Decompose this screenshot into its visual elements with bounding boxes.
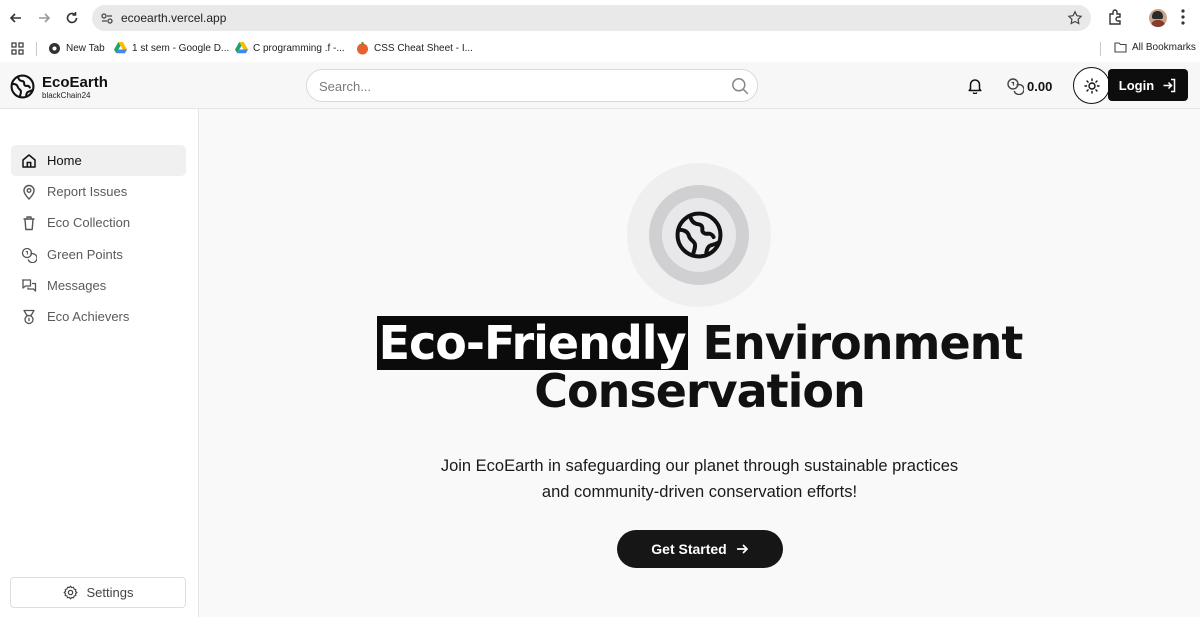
bookmark-google-drive-2[interactable]: C programming .f -... [235, 42, 345, 54]
brand-subtitle: blackChain24 [42, 91, 91, 100]
sidebar-item-label: Report Issues [47, 184, 128, 199]
folder-icon [1114, 42, 1127, 53]
hero-title-highlight: Eco-Friendly [376, 316, 688, 370]
balance-value: 0.00 [1027, 78, 1053, 94]
search-bar [306, 69, 758, 102]
sun-icon [1083, 77, 1100, 94]
coins-icon [1007, 78, 1024, 95]
gear-icon [63, 585, 78, 600]
settings-label: Settings [86, 585, 134, 600]
settings-button[interactable]: Settings [10, 577, 186, 608]
points-balance[interactable]: 0.00 [1006, 77, 1052, 95]
brand-name: EcoEarth [42, 74, 108, 91]
forward-button[interactable] [34, 8, 54, 28]
bookmark-label: New Tab [66, 43, 105, 54]
back-button[interactable] [6, 8, 26, 28]
get-started-label: Get Started [651, 541, 727, 557]
hero-title-line2: Conservation [534, 364, 866, 418]
sidebar-item-eco-collection[interactable]: Eco Collection [11, 207, 186, 238]
globe-icon [49, 43, 60, 54]
bookmarks-divider [36, 42, 37, 56]
medal-icon [11, 309, 47, 325]
bookmark-css-cheat-sheet[interactable]: CSS Cheat Sheet - I... [356, 42, 473, 55]
sidebar-item-label: Home [47, 153, 82, 168]
bookmark-google-drive-1[interactable]: 1 st sem - Google D... [114, 42, 229, 54]
bookmark-star-icon[interactable] [1067, 10, 1083, 31]
search-icon[interactable] [731, 77, 749, 100]
hero-subtitle: Join EcoEarth in safeguarding our planet… [440, 457, 959, 501]
bookmark-label: CSS Cheat Sheet - I... [374, 43, 473, 54]
sidebar-item-eco-achievers[interactable]: Eco Achievers [11, 301, 186, 332]
arrow-right-icon [736, 544, 748, 554]
bookmarks-divider [1100, 42, 1101, 56]
sidebar: Home Report Issues Eco Collection Green … [0, 109, 199, 617]
bookmark-label: 1 st sem - Google D... [132, 42, 230, 54]
sidebar-item-label: Messages [47, 278, 107, 293]
sidebar-item-green-points[interactable]: Green Points [11, 239, 186, 270]
bookmark-new-tab[interactable]: New Tab [48, 42, 105, 55]
main-content: Eco-Friendly Environment Conservation Joi… [199, 109, 1200, 617]
sidebar-item-label: Eco Collection [47, 215, 131, 230]
bookmark-label: C programming .f -... [253, 42, 345, 54]
sidebar-item-label: Green Points [47, 247, 123, 262]
messages-icon [11, 278, 47, 294]
css-cheat-sheet-icon [357, 42, 368, 55]
bookmarks-bar: New Tab 1 st sem - Google D... C program… [0, 36, 1200, 62]
hero-title: Eco-Friendly Environment Conservation [199, 316, 1200, 418]
theme-toggle-button[interactable] [1073, 67, 1110, 104]
google-drive-icon [235, 42, 248, 54]
hero-globe-badge [627, 163, 771, 307]
site-settings-icon[interactable] [99, 10, 115, 26]
all-bookmarks-button[interactable]: All Bookmarks [1114, 42, 1196, 53]
globe-icon [662, 198, 736, 272]
trash-icon [11, 215, 47, 231]
globe-ring [649, 185, 749, 285]
all-bookmarks-label: All Bookmarks [1132, 42, 1196, 53]
google-drive-icon [114, 42, 127, 54]
login-label: Login [1118, 77, 1155, 93]
login-icon [1163, 78, 1176, 92]
profile-avatar[interactable] [1149, 9, 1167, 27]
sidebar-item-home[interactable]: Home [11, 145, 186, 176]
browser-menu-icon[interactable] [1180, 8, 1186, 31]
hero-title-rest: Environment [687, 316, 1024, 370]
browser-toolbar: ecoearth.vercel.app [0, 0, 1200, 36]
app-header: EcoEarth blackChain24 0.00 Login [0, 62, 1200, 109]
sidebar-item-report-issues[interactable]: Report Issues [11, 176, 186, 207]
url-text: ecoearth.vercel.app [121, 11, 227, 25]
extensions-icon[interactable] [1107, 8, 1125, 31]
address-bar[interactable]: ecoearth.vercel.app [92, 5, 1091, 31]
reload-button[interactable] [62, 8, 82, 28]
login-button[interactable]: Login [1108, 69, 1188, 101]
bell-icon[interactable] [967, 77, 983, 99]
globe-logo-icon[interactable] [10, 74, 35, 104]
map-pin-icon [11, 184, 47, 200]
apps-grid-icon[interactable] [11, 42, 24, 55]
coins-icon [11, 247, 47, 263]
get-started-button[interactable]: Get Started [617, 530, 783, 568]
sidebar-item-messages[interactable]: Messages [11, 270, 186, 301]
home-icon [11, 153, 47, 169]
sidebar-item-label: Eco Achievers [47, 309, 130, 324]
search-input[interactable] [319, 77, 719, 95]
